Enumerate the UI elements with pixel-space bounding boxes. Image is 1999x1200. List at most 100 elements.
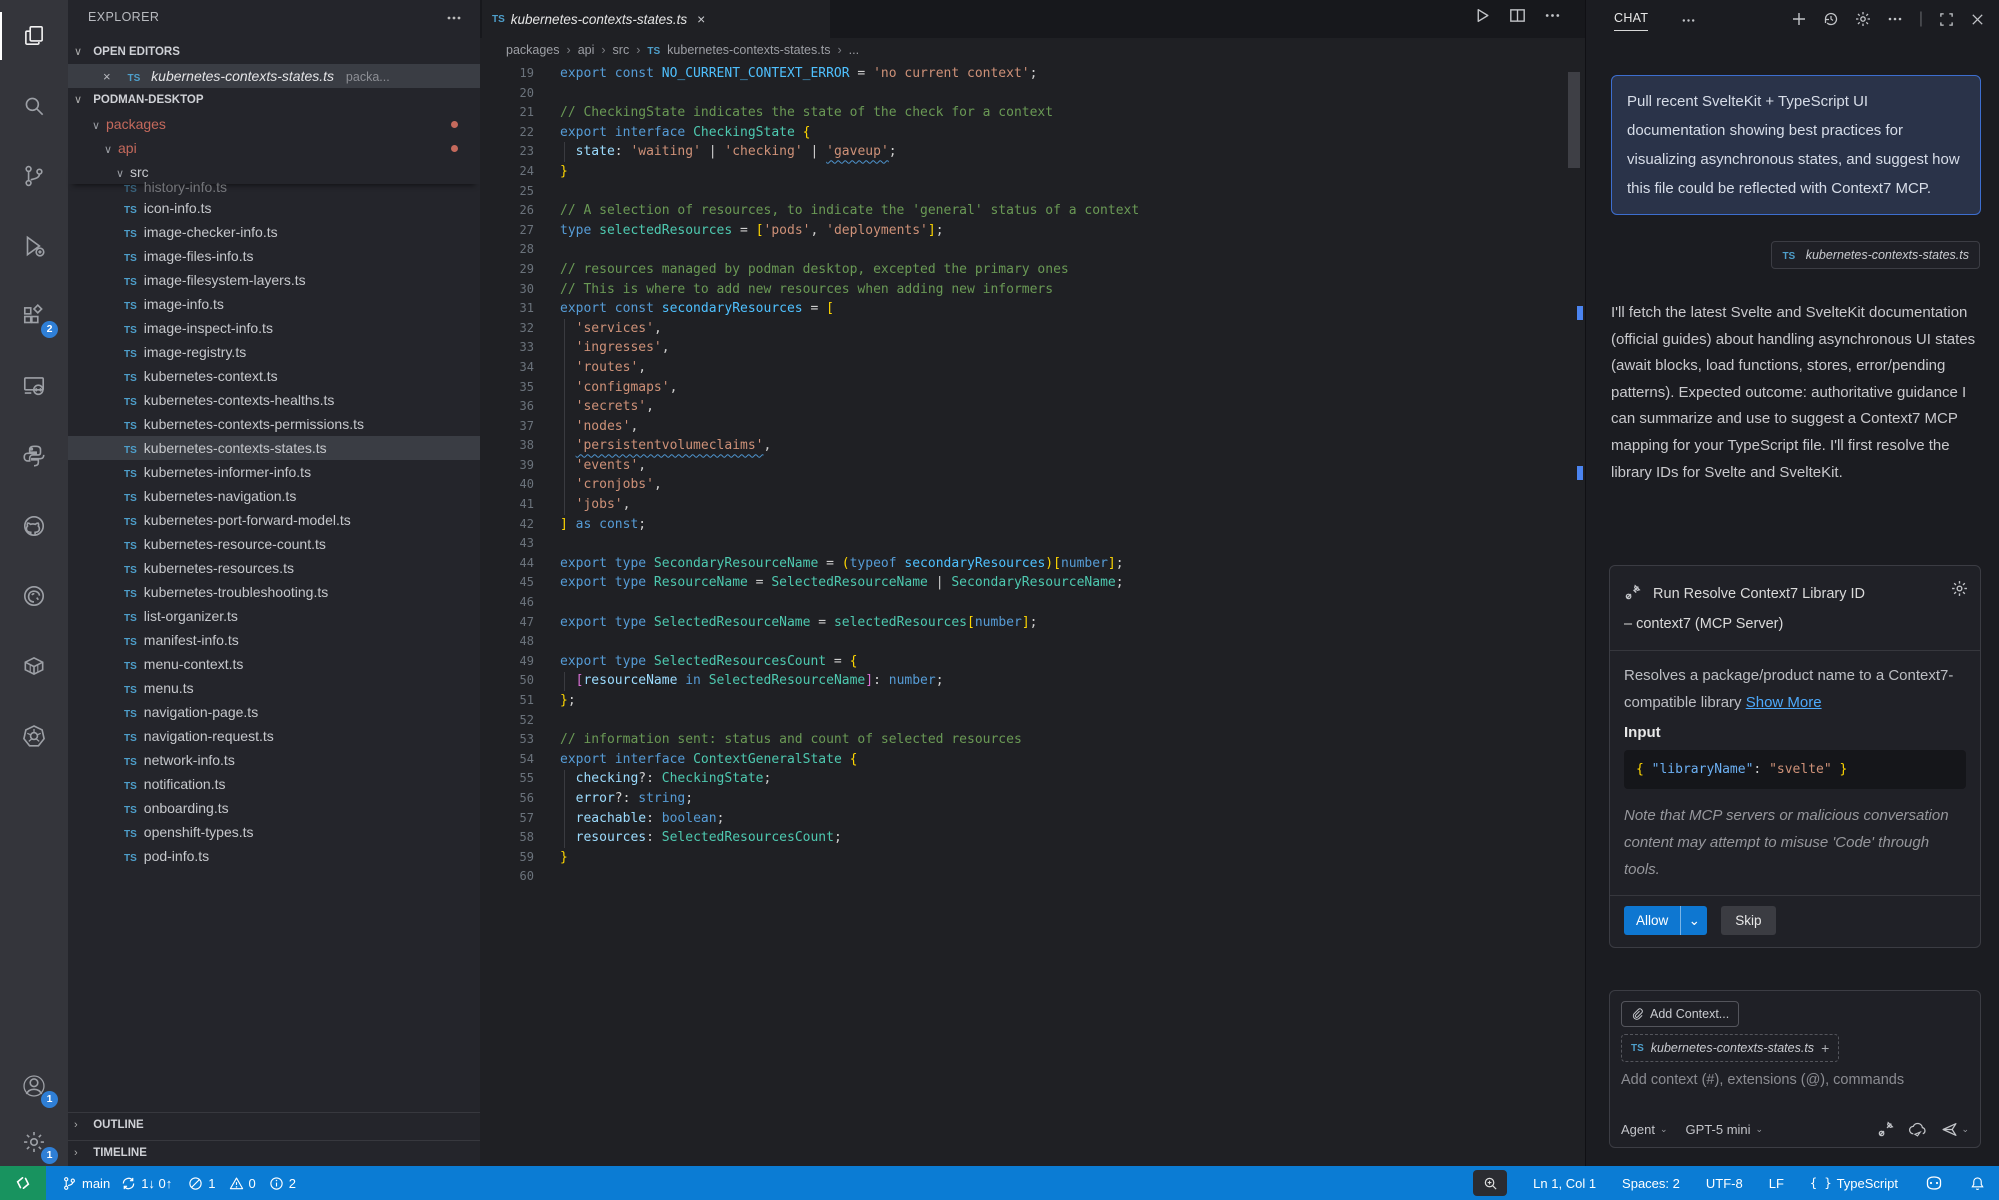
voice-cloud-icon[interactable] [1908,1121,1927,1138]
code-line-58[interactable]: 58 resources: SelectedResourcesCount; [480,828,1585,848]
code-line-50[interactable]: 50 [resourceName in SelectedResourceName… [480,671,1585,691]
file-openshift-types.ts[interactable]: TSopenshift-types.ts [68,820,480,844]
code-line-51[interactable]: 51}; [480,691,1585,711]
file-manifest-info.ts[interactable]: TSmanifest-info.ts [68,628,480,652]
file-image-checker-info.ts[interactable]: TSimage-checker-info.ts [68,220,480,244]
code-line-56[interactable]: 56 error?: string; [480,789,1585,809]
project-root-section[interactable]: ∨ PODMAN-DESKTOP [68,88,480,112]
activity-podman-icon[interactable] [0,572,68,620]
mode-selector[interactable]: Agent⌄ [1621,1122,1668,1137]
code-line-44[interactable]: 44export type SecondaryResourceName = (t… [480,554,1585,574]
file-kubernetes-contexts-permissions.ts[interactable]: TSkubernetes-contexts-permissions.ts [68,412,480,436]
allow-dropdown-icon[interactable]: ⌄ [1680,906,1707,935]
code-line-43[interactable]: 43 [480,534,1585,554]
file-navigation-request.ts[interactable]: TSnavigation-request.ts [68,724,480,748]
file-pod-info.ts[interactable]: TSpod-info.ts [68,844,480,868]
folder-packages[interactable]: ∨packages [68,112,480,136]
code-line-39[interactable]: 39 'events', [480,456,1585,476]
code-line-45[interactable]: 45export type ResourceName = SelectedRes… [480,573,1585,593]
indentation[interactable]: Spaces: 2 [1622,1176,1680,1191]
code-line-60[interactable]: 60 [480,867,1585,887]
tab-chat[interactable]: CHAT [1614,11,1648,31]
code-line-35[interactable]: 35 'configmaps', [480,378,1585,398]
activity-manage-icon[interactable]: 1 [0,1118,68,1166]
breadcrumb-item[interactable]: kubernetes-contexts-states.ts [667,43,830,57]
code-line-30[interactable]: 30// This is where to add new resources … [480,280,1585,300]
file-image-filesystem-layers.ts[interactable]: TSimage-filesystem-layers.ts [68,268,480,292]
breadcrumb-item[interactable]: packages [506,43,560,57]
code-line-47[interactable]: 47export type SelectedResourceName = sel… [480,613,1585,633]
file-image-registry.ts[interactable]: TSimage-registry.ts [68,340,480,364]
activity-python-icon[interactable] [0,432,68,480]
run-button[interactable] [1474,7,1491,24]
file-image-inspect-info.ts[interactable]: TSimage-inspect-info.ts [68,316,480,340]
user-message-bubble[interactable]: Pull recent SvelteKit + TypeScript UI do… [1611,75,1981,215]
code-line-32[interactable]: 32 'services', [480,319,1585,339]
code-line-42[interactable]: 42] as const; [480,515,1585,535]
code-line-38[interactable]: 38 'persistentvolumeclaims', [480,436,1585,456]
activity-accounts-icon[interactable]: 1 [0,1062,68,1110]
file-image-info.ts[interactable]: TSimage-info.ts [68,292,480,316]
activity-containers-icon[interactable] [0,642,68,690]
activity-search-icon[interactable] [0,82,68,130]
file-history-info.ts[interactable]: TShistory-info.ts [68,180,480,196]
cursor-position[interactable]: Ln 1, Col 1 [1533,1176,1596,1191]
send-dropdown-icon[interactable]: ⌄ [1961,1124,1969,1135]
remote-indicator[interactable] [0,1166,46,1200]
outline-section[interactable]: › OUTLINE [68,1112,480,1137]
code-line-29[interactable]: 29// resources managed by podman desktop… [480,260,1585,280]
split-editor-icon[interactable] [1509,7,1526,24]
code-line-52[interactable]: 52 [480,711,1585,731]
activity-remote-explorer-icon[interactable] [0,362,68,410]
breadcrumb-more[interactable]: ... [849,43,859,57]
bell-icon[interactable] [1970,1176,1985,1191]
activity-source-control-icon[interactable] [0,152,68,200]
code-line-41[interactable]: 41 'jobs', [480,495,1585,515]
file-image-files-info.ts[interactable]: TSimage-files-info.ts [68,244,480,268]
code-line-46[interactable]: 46 [480,593,1585,613]
message-attachment-chip[interactable]: TS kubernetes-contexts-states.ts [1771,241,1980,269]
file-navigation-page.ts[interactable]: TSnavigation-page.ts [68,700,480,724]
show-more-link[interactable]: Show More [1746,694,1822,711]
code-line-22[interactable]: 22export interface CheckingState { [480,123,1585,143]
file-notification.ts[interactable]: TSnotification.ts [68,772,480,796]
file-kubernetes-troubleshooting.ts[interactable]: TSkubernetes-troubleshooting.ts [68,580,480,604]
git-branch-status[interactable]: main 1↓ 0↑ [62,1176,172,1191]
activity-extensions-icon[interactable]: 2 [0,292,68,340]
code-line-34[interactable]: 34 'routes', [480,358,1585,378]
file-menu-context.ts[interactable]: TSmenu-context.ts [68,652,480,676]
file-kubernetes-resources.ts[interactable]: TSkubernetes-resources.ts [68,556,480,580]
skip-button[interactable]: Skip [1721,906,1775,935]
gear-icon[interactable] [1855,11,1871,27]
breadcrumb-item[interactable]: api [578,43,595,57]
code-line-48[interactable]: 48 [480,632,1585,652]
code-line-31[interactable]: 31export const secondaryResources = [ [480,299,1585,319]
history-icon[interactable] [1823,11,1839,27]
explorer-more-icon[interactable] [446,10,462,26]
code-line-28[interactable]: 28 [480,240,1585,260]
code-line-19[interactable]: 19export const NO_CURRENT_CONTEXT_ERROR … [480,64,1585,84]
code-line-20[interactable]: 20 [480,84,1585,104]
file-kubernetes-port-forward-model.ts[interactable]: TSkubernetes-port-forward-model.ts [68,508,480,532]
code-area[interactable]: 19export const NO_CURRENT_CONTEXT_ERROR … [480,64,1585,887]
activity-github-icon[interactable] [0,502,68,550]
file-kubernetes-navigation.ts[interactable]: TSkubernetes-navigation.ts [68,484,480,508]
file-kubernetes-informer-info.ts[interactable]: TSkubernetes-informer-info.ts [68,460,480,484]
code-line-26[interactable]: 26// A selection of resources, to indica… [480,201,1585,221]
file-kubernetes-context.ts[interactable]: TSkubernetes-context.ts [68,364,480,388]
problems-status[interactable]: 1 0 2 [188,1176,296,1191]
timeline-section[interactable]: › TIMELINE [68,1140,480,1165]
add-context-button[interactable]: Add Context... [1621,1001,1739,1027]
breadcrumb-item[interactable]: src [613,43,630,57]
folder-api[interactable]: ∨api [68,136,480,160]
code-line-57[interactable]: 57 reachable: boolean; [480,809,1585,829]
code-line-59[interactable]: 59} [480,848,1585,868]
chat-tab-more-icon[interactable] [1681,13,1696,28]
file-icon-info.ts[interactable]: TSicon-info.ts [68,196,480,220]
code-line-23[interactable]: 23 state: 'waiting' | 'checking' | 'gave… [480,142,1585,162]
code-line-33[interactable]: 33 'ingresses', [480,338,1585,358]
file-kubernetes-contexts-healths.ts[interactable]: TSkubernetes-contexts-healths.ts [68,388,480,412]
tab-kubernetes-contexts-states[interactable]: TS kubernetes-contexts-states.ts × [482,0,830,38]
file-list-organizer.ts[interactable]: TSlist-organizer.ts [68,604,480,628]
attach-plus-icon[interactable]: + [1821,1040,1829,1056]
